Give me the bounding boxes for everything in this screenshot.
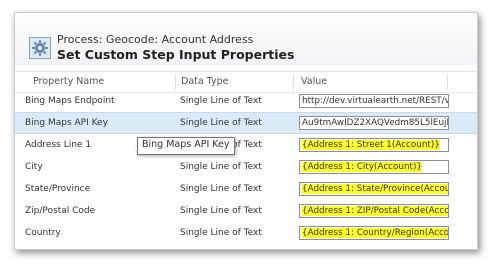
property-name: Address Line 1 (25, 140, 92, 150)
property-name: City (25, 162, 43, 172)
value-input[interactable]: {Address 1: Country/Region(Account)} (299, 226, 449, 240)
dynamic-value-token: {Address 1: State/Province(Account)} (302, 184, 448, 194)
property-row[interactable]: City Single Line of Text {Address 1: Cit… (15, 157, 477, 179)
column-divider (293, 74, 294, 90)
data-type: Single Line of Text (180, 118, 262, 128)
gear-icon (29, 37, 51, 59)
value-input[interactable]: {Address 1: ZIP/Postal Code(Account)} (299, 204, 449, 218)
column-header-property-name[interactable]: Property Name (33, 76, 104, 87)
property-row-selected[interactable]: Bing Maps API Key Single Line of Text Au… (15, 112, 477, 134)
dynamic-value-token: {Address 1: ZIP/Postal Code(Account)} (302, 206, 448, 216)
column-header-data-type[interactable]: Data Type (181, 76, 229, 87)
property-row[interactable]: Address Line 1 Single Line of Text {Addr… (15, 135, 477, 157)
property-name: Zip/Postal Code (25, 206, 96, 216)
tooltip: Bing Maps API Key (137, 137, 235, 155)
property-name: State/Province (25, 184, 91, 194)
column-divider (175, 74, 176, 90)
data-type: Single Line of Text (180, 184, 262, 194)
dynamic-value-token: {Address 1: Street 1(Account)} (302, 140, 440, 150)
data-type: Single Line of Text (180, 96, 262, 106)
value-input[interactable]: {Address 1: State/Province(Account)} (299, 182, 449, 196)
dynamic-value-token: {Address 1: Country/Region(Account)} (302, 228, 448, 238)
data-type: Single Line of Text (180, 228, 262, 238)
property-row[interactable]: Country Single Line of Text {Address 1: … (15, 223, 477, 245)
property-name: Bing Maps API Key (25, 118, 108, 128)
dialog-title: Set Custom Step Input Properties (57, 47, 295, 62)
column-divider (447, 74, 448, 90)
value-input[interactable]: http://dev.virtualearth.net/REST/v1/Loc (299, 94, 449, 108)
dialog-header: Process: Geocode: Account Address Set Cu… (15, 13, 477, 65)
property-row[interactable]: Zip/Postal Code Single Line of Text {Add… (15, 201, 477, 223)
value-input[interactable]: {Address 1: Street 1(Account)} (299, 138, 449, 152)
value-input[interactable]: {Address 1: City(Account)} (299, 160, 449, 174)
column-header-value[interactable]: Value (301, 76, 327, 87)
property-row[interactable]: Bing Maps Endpoint Single Line of Text h… (15, 91, 477, 113)
column-header-row: Property Name Data Type Value (15, 71, 477, 93)
property-row[interactable]: State/Province Single Line of Text {Addr… (15, 179, 477, 201)
property-name: Country (25, 228, 61, 238)
data-type: Single Line of Text (180, 162, 262, 172)
custom-step-dialog: Process: Geocode: Account Address Set Cu… (14, 12, 478, 250)
property-name: Bing Maps Endpoint (25, 96, 115, 106)
data-type: Single Line of Text (180, 206, 262, 216)
value-input[interactable]: Au9tmAwIDZ2XAQVedm85L5lEujHtSfg (299, 116, 449, 130)
process-title: Process: Geocode: Account Address (57, 33, 254, 46)
dynamic-value-token: {Address 1: City(Account)} (302, 162, 423, 172)
